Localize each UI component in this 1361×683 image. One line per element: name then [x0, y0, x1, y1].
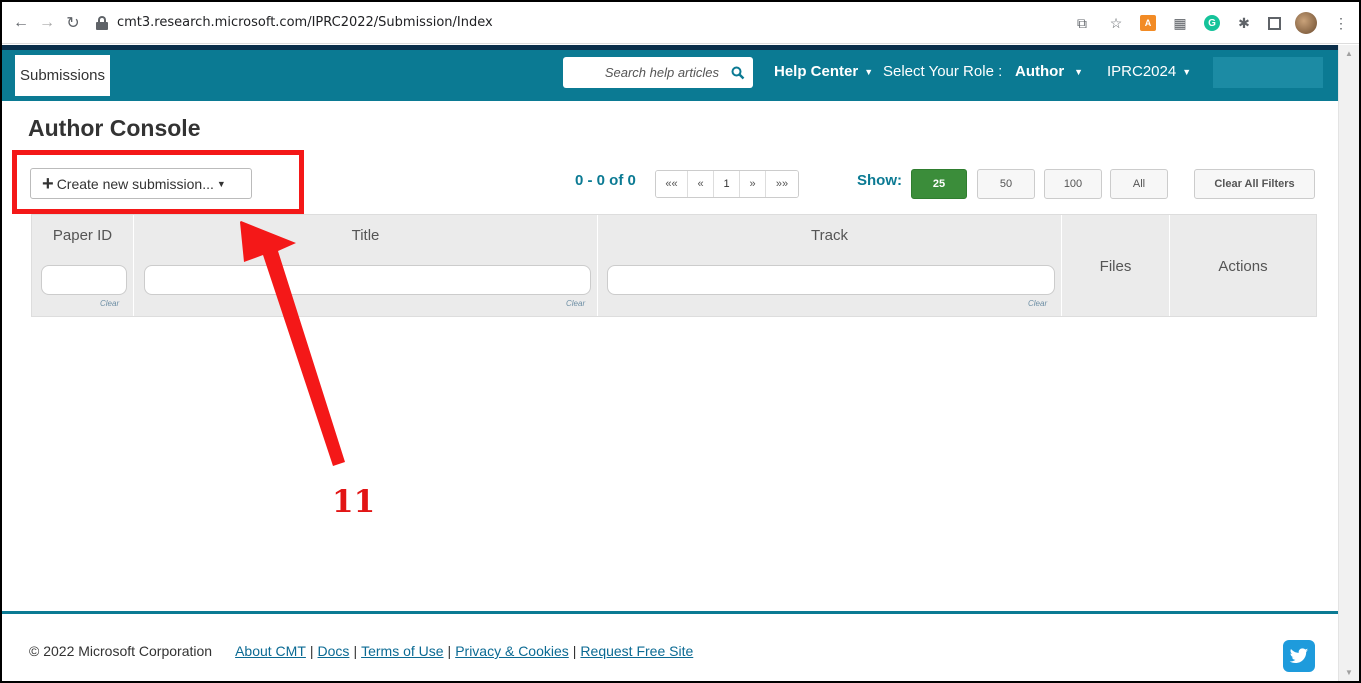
bookmark-star-icon[interactable]: ☆ — [1106, 13, 1126, 33]
kebab-menu-icon[interactable]: ⋮ — [1331, 13, 1351, 33]
conference-selector[interactable]: IPRC2024 ▼ — [1107, 63, 1191, 80]
forward-icon[interactable]: → — [36, 12, 58, 34]
column-title: Title Clear — [134, 215, 598, 316]
search-icon[interactable] — [727, 58, 749, 87]
screenshot-extension-icon[interactable]: ▦ — [1170, 13, 1190, 33]
separator: | — [447, 643, 452, 659]
search-input[interactable] — [563, 58, 727, 87]
user-menu[interactable] — [1213, 57, 1323, 88]
share-icon[interactable]: ⧉ — [1072, 13, 1092, 33]
separator: | — [309, 643, 314, 659]
column-files: Files — [1062, 215, 1170, 316]
caret-down-icon: ▼ — [1074, 66, 1084, 77]
site-navbar: Submissions Help Center ▼ Select Your Rol… — [2, 45, 1338, 101]
first-page-button[interactable]: «« — [656, 171, 688, 197]
puzzle-icon[interactable]: ✱ — [1234, 13, 1254, 33]
paper-id-filter-input[interactable] — [41, 265, 127, 295]
help-center-menu[interactable]: Help Center ▼ — [774, 63, 873, 80]
column-track: Track Clear — [598, 215, 1062, 316]
show-50-button[interactable]: 50 — [977, 169, 1035, 199]
page-title: Author Console — [28, 115, 201, 141]
show-label: Show: — [857, 172, 902, 189]
back-icon[interactable]: ← — [10, 12, 32, 34]
caret-down-icon: ▼ — [864, 66, 874, 77]
separator: | — [572, 643, 577, 659]
conference-value: IPRC2024 — [1107, 63, 1177, 80]
help-search — [563, 57, 753, 88]
address-bar[interactable]: cmt3.research.microsoft.com/IPRC2022/Sub… — [96, 8, 493, 38]
url-text[interactable]: cmt3.research.microsoft.com/IPRC2022/Sub… — [117, 15, 493, 30]
clear-all-filters-button[interactable]: Clear All Filters — [1194, 169, 1315, 199]
role-selector[interactable]: Author ▼ — [1015, 63, 1083, 80]
profile-avatar[interactable] — [1295, 12, 1317, 34]
sidepanel-icon[interactable] — [1268, 16, 1281, 30]
grammarly-icon[interactable]: G — [1204, 15, 1220, 31]
scroll-down-icon[interactable]: ▼ — [1345, 668, 1353, 677]
pagination: «« « 1 » »» — [655, 170, 799, 198]
help-center-label: Help Center — [774, 63, 859, 80]
column-header: Actions — [1218, 258, 1268, 275]
column-header[interactable]: Paper ID — [32, 227, 133, 244]
column-actions: Actions — [1170, 215, 1316, 316]
footer-link-about[interactable]: About CMT — [235, 643, 306, 659]
annotation-highlight-box — [12, 150, 304, 214]
prev-page-button[interactable]: « — [688, 171, 714, 197]
footer-link-docs[interactable]: Docs — [318, 643, 350, 659]
footer-link-terms[interactable]: Terms of Use — [361, 643, 443, 659]
browser-window: ← → ↻ cmt3.research.microsoft.com/IPRC20… — [2, 2, 1359, 681]
column-header[interactable]: Track — [598, 227, 1061, 244]
column-header[interactable]: Title — [134, 227, 597, 244]
copyright-text: © 2022 Microsoft Corporation — [29, 643, 213, 659]
reload-icon[interactable]: ↻ — [62, 12, 84, 34]
track-filter-input[interactable] — [607, 265, 1055, 295]
last-page-button[interactable]: »» — [766, 171, 798, 197]
submissions-table: Paper ID Clear Title Clear Track Clear F… — [31, 214, 1317, 317]
clear-filter-link[interactable]: Clear — [566, 299, 585, 308]
separator: | — [353, 643, 358, 659]
tab-submissions[interactable]: Submissions — [15, 55, 110, 96]
extension-a-icon[interactable]: A — [1140, 15, 1156, 31]
show-100-button[interactable]: 100 — [1044, 169, 1102, 199]
result-count: 0 - 0 of 0 — [575, 172, 636, 189]
lock-icon — [96, 15, 108, 30]
show-all-button[interactable]: All — [1110, 169, 1168, 199]
vertical-scrollbar[interactable]: ▲ ▼ — [1338, 45, 1359, 681]
title-filter-input[interactable] — [144, 265, 591, 295]
clear-filter-link[interactable]: Clear — [1028, 299, 1047, 308]
column-paper-id: Paper ID Clear — [32, 215, 134, 316]
next-page-button[interactable]: » — [740, 171, 766, 197]
clear-filter-link[interactable]: Clear — [100, 299, 119, 308]
page-footer: © 2022 Microsoft Corporation About CMT |… — [2, 611, 1338, 681]
twitter-icon[interactable] — [1283, 640, 1315, 672]
scroll-up-icon[interactable]: ▲ — [1345, 49, 1353, 58]
show-25-button[interactable]: 25 — [911, 169, 967, 199]
column-header: Files — [1099, 258, 1132, 275]
caret-down-icon: ▼ — [1182, 66, 1192, 77]
page-button[interactable]: 1 — [714, 171, 740, 197]
annotation-step-number: 11 — [332, 484, 376, 520]
footer-link-request-site[interactable]: Request Free Site — [580, 643, 693, 659]
footer-link-privacy[interactable]: Privacy & Cookies — [455, 643, 569, 659]
role-value: Author — [1015, 63, 1065, 80]
role-label: Select Your Role : — [883, 63, 1003, 80]
browser-toolbar: ← → ↻ cmt3.research.microsoft.com/IPRC20… — [2, 2, 1359, 44]
